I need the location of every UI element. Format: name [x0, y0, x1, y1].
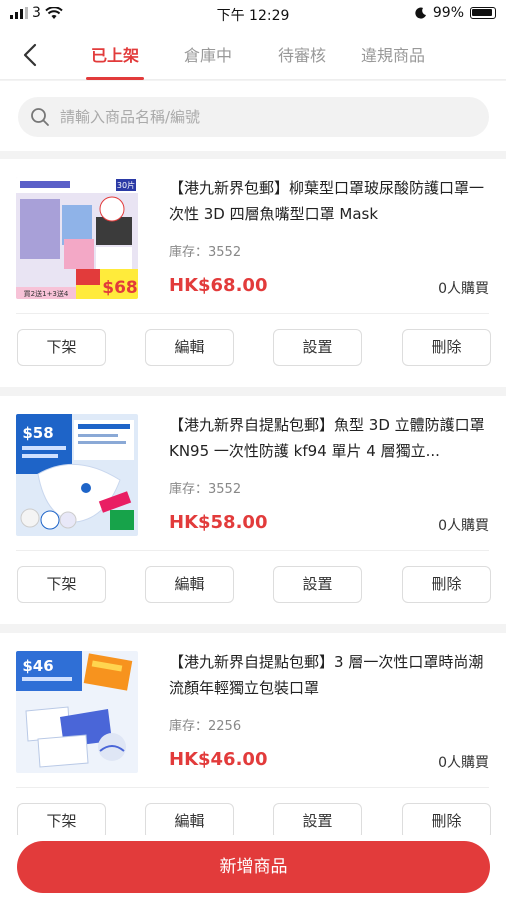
product-card: 30片 $68 買2送1+3送4 【港九新界包郵】柳葉型口罩玻尿酸防護口罩一次性…: [0, 159, 506, 387]
search-bar[interactable]: [18, 97, 489, 137]
unlist-button[interactable]: 下架: [17, 329, 106, 366]
settings-button[interactable]: 設置: [273, 566, 362, 603]
unlist-button[interactable]: 下架: [17, 566, 106, 603]
product-title[interactable]: 【港九新界包郵】柳葉型口罩玻尿酸防護口罩一次性 3D 四層魚嘴型口罩 Mask: [169, 175, 491, 227]
product-price: HK$46.00: [169, 749, 268, 770]
divider: [16, 550, 489, 551]
product-card: $58 【港九新界自提點包郵】魚型 3D 立體防護口罩 KN95 一次性防護 k…: [0, 396, 506, 624]
back-button[interactable]: [16, 40, 46, 70]
settings-button[interactable]: 設置: [273, 329, 362, 366]
edit-button[interactable]: 編輯: [145, 329, 234, 366]
product-image[interactable]: $46: [16, 651, 138, 773]
product-title[interactable]: 【港九新界自提點包郵】魚型 3D 立體防護口罩 KN95 一次性防護 kf94 …: [169, 412, 491, 464]
add-product-button[interactable]: 新增商品: [17, 841, 490, 893]
tab-violations[interactable]: 違規商品: [360, 42, 426, 80]
bottom-action-bar: 新增商品: [0, 835, 506, 900]
tab-pending-review[interactable]: 待審核: [276, 42, 328, 80]
product-price: HK$58.00: [169, 512, 268, 533]
delete-button[interactable]: 刪除: [402, 566, 491, 603]
divider: [16, 787, 489, 788]
search-input[interactable]: [60, 108, 460, 126]
divider: [16, 313, 489, 314]
status-bar: 3 下午 12:29 99%: [0, 0, 506, 28]
image-price-badge: $68: [102, 278, 138, 298]
image-price-badge: $46: [22, 657, 53, 675]
moon-icon: [415, 7, 426, 19]
status-right: 99%: [415, 5, 496, 21]
tab-listed[interactable]: 已上架: [86, 42, 144, 80]
product-stock: 庫存：2256: [169, 719, 242, 734]
search-section: [0, 81, 506, 151]
product-stock: 庫存：3552: [169, 482, 242, 497]
product-sold-count: 0人購買: [438, 518, 489, 534]
search-icon: [31, 108, 49, 126]
chevron-left-icon: [23, 43, 37, 67]
product-sold-count: 0人購買: [438, 281, 489, 297]
product-image[interactable]: 30片 $68 買2送1+3送4: [16, 177, 138, 299]
product-card: $46 【港九新界自提點包郵】3 層一次性口罩時尚潮流顏年輕獨立包裝口罩 庫存：…: [0, 633, 506, 861]
battery-icon: [470, 7, 496, 19]
product-image[interactable]: $58: [16, 414, 138, 536]
product-price: HK$68.00: [169, 275, 268, 296]
edit-button[interactable]: 編輯: [145, 566, 234, 603]
tab-warehouse[interactable]: 倉庫中: [182, 42, 234, 80]
image-price-badge: $58: [22, 424, 53, 442]
delete-button[interactable]: 刪除: [402, 329, 491, 366]
product-stock: 庫存：3552: [169, 245, 242, 260]
svg-text:買2送1+3送4: 買2送1+3送4: [24, 289, 69, 298]
product-sold-count: 0人購買: [438, 755, 489, 771]
product-title[interactable]: 【港九新界自提點包郵】3 層一次性口罩時尚潮流顏年輕獨立包裝口罩: [169, 649, 491, 701]
top-navigation: 已上架 倉庫中 待審核 違規商品: [0, 28, 506, 80]
svg-text:30片: 30片: [117, 180, 135, 190]
battery-percent: 99%: [432, 5, 464, 21]
